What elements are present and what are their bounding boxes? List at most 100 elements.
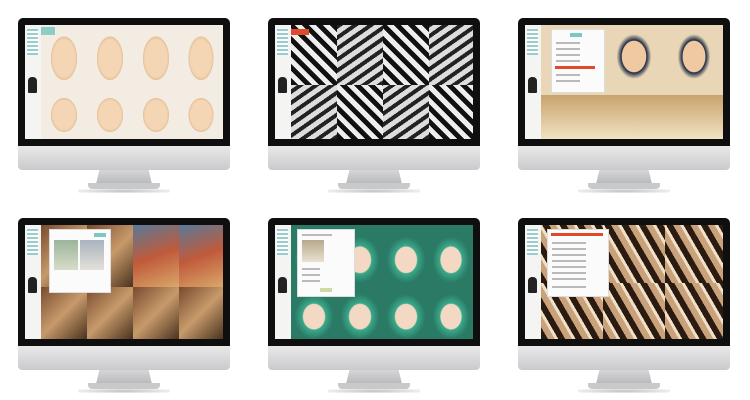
monitor-stand-neck — [96, 370, 152, 384]
photo-tile[interactable] — [337, 25, 383, 85]
photo-tile[interactable] — [133, 25, 179, 89]
sidebar-figure — [28, 77, 37, 93]
photo-tile[interactable] — [665, 25, 723, 95]
list-item[interactable] — [552, 242, 586, 244]
monitor-screen — [525, 25, 723, 139]
monitor-screen — [525, 225, 723, 339]
photo-tile[interactable] — [41, 89, 87, 139]
sidebar-figure — [278, 77, 287, 93]
photo-tile[interactable] — [87, 25, 133, 89]
photo-tile[interactable] — [603, 95, 665, 139]
monitor-screen — [275, 25, 473, 139]
monitor-chin — [18, 346, 230, 370]
apple-logo-icon — [367, 152, 379, 164]
list-panel[interactable] — [547, 229, 609, 297]
form-field[interactable] — [556, 60, 580, 62]
photo-tile[interactable] — [665, 283, 723, 339]
list-item[interactable] — [552, 286, 586, 288]
photo-tile[interactable] — [383, 283, 429, 339]
monitor-stand-neck — [596, 170, 652, 184]
list-item[interactable] — [552, 278, 586, 280]
form-field[interactable] — [556, 74, 580, 76]
form-field[interactable] — [556, 54, 580, 56]
apple-logo-icon — [617, 352, 629, 364]
monitor-screen — [25, 25, 223, 139]
list-item[interactable] — [552, 248, 586, 250]
photo-tile[interactable] — [383, 25, 429, 85]
site-logo — [27, 29, 38, 55]
monitor-3 — [518, 18, 730, 193]
apple-logo-icon — [117, 352, 129, 364]
site-sidebar — [25, 225, 41, 339]
photo-tile[interactable] — [291, 85, 337, 139]
monitor-4 — [18, 218, 230, 393]
photo-tile[interactable] — [603, 225, 665, 283]
preview-image — [302, 240, 324, 262]
photo-tile[interactable] — [179, 287, 223, 339]
photo-tile[interactable] — [383, 85, 429, 139]
form-field[interactable] — [302, 274, 320, 276]
photo-tile[interactable] — [87, 287, 133, 339]
form-tab[interactable] — [570, 33, 582, 37]
monitor-5 — [268, 218, 480, 393]
monitor-stand-neck — [346, 370, 402, 384]
site-logo — [277, 229, 288, 255]
photo-tile[interactable] — [603, 283, 665, 339]
close-button[interactable] — [94, 233, 106, 237]
form-field[interactable] — [302, 280, 320, 282]
apple-logo-icon — [617, 152, 629, 164]
monitor-shadow — [328, 189, 420, 193]
photo-tile[interactable] — [429, 85, 473, 139]
photo-tile[interactable] — [541, 95, 603, 139]
photo-tile[interactable] — [133, 287, 179, 339]
list-item[interactable] — [552, 260, 586, 262]
photo-tile[interactable] — [133, 89, 179, 139]
apple-logo-icon — [367, 352, 379, 364]
preview-image — [54, 240, 78, 270]
monitor-shadow — [78, 189, 170, 193]
photo-tile[interactable] — [665, 95, 723, 139]
form-field[interactable] — [302, 268, 320, 270]
photo-tile[interactable] — [179, 225, 223, 287]
site-sidebar — [525, 25, 541, 139]
photo-tile[interactable] — [179, 25, 223, 89]
photo-tile[interactable] — [665, 225, 723, 283]
photo-tile[interactable] — [337, 85, 383, 139]
contact-form-panel[interactable] — [551, 29, 605, 93]
monitor-chin — [518, 346, 730, 370]
form-field[interactable] — [556, 48, 580, 50]
site-sidebar — [275, 25, 291, 139]
monitor-screen — [25, 225, 223, 339]
site-header-strip — [41, 27, 55, 35]
photo-tile[interactable] — [603, 25, 665, 95]
list-item[interactable] — [552, 266, 586, 268]
preview-image — [80, 240, 104, 270]
monitor-2 — [268, 18, 480, 193]
upload-form-panel[interactable] — [297, 229, 355, 297]
submit-button[interactable] — [320, 288, 332, 292]
photo-tile[interactable] — [383, 225, 429, 283]
form-highlight — [555, 66, 595, 69]
photo-tile[interactable] — [429, 225, 473, 283]
list-item[interactable] — [552, 272, 586, 274]
site-sidebar — [275, 225, 291, 339]
site-logo — [527, 29, 538, 55]
monitor-chin — [268, 346, 480, 370]
site-sidebar — [525, 225, 541, 339]
list-item[interactable] — [552, 254, 586, 256]
form-field[interactable] — [556, 80, 580, 82]
monitor-screen — [275, 225, 473, 339]
photo-tile[interactable] — [179, 89, 223, 139]
photo-tile[interactable] — [133, 225, 179, 287]
photo-tile[interactable] — [41, 287, 87, 339]
image-preview-panel[interactable] — [49, 229, 111, 293]
sidebar-figure — [278, 277, 287, 293]
photo-tile[interactable] — [87, 89, 133, 139]
form-field[interactable] — [556, 42, 580, 44]
photo-tile[interactable] — [429, 25, 473, 85]
page: { "image": { "description_kind": "showca… — [0, 0, 750, 400]
photo-tile[interactable] — [429, 283, 473, 339]
monitor-chin — [268, 146, 480, 170]
monitor-chin — [18, 146, 230, 170]
site-logo — [527, 229, 538, 255]
